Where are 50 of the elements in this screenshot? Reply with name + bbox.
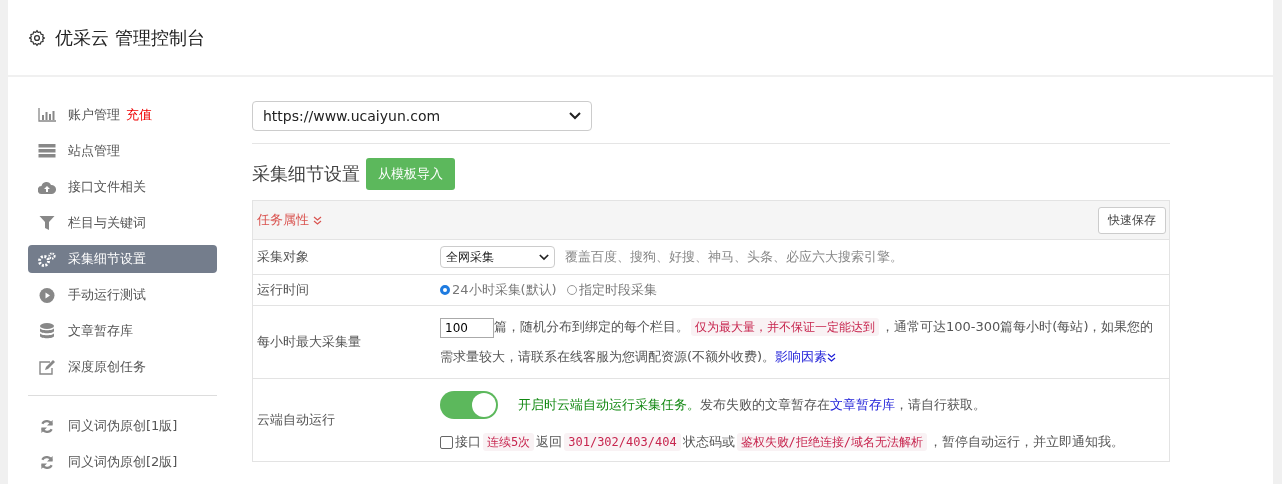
code-tag: 301/302/403/404 [564,433,681,451]
sidebar-item[interactable]: 文章暂存库 [28,317,217,345]
source-select[interactable]: 全网采集 [440,246,555,268]
code-tag: 鉴权失败/拒绝连接/域名无法解析 [736,433,928,451]
refresh-icon [38,454,56,470]
chevron-icon [827,353,837,362]
bar-chart-icon [38,108,56,122]
sidebar-item[interactable]: 栏目与关键词 [28,209,217,237]
console-title: 优采云 管理控制台 [55,25,205,50]
hourly-limit-description: 100 篇，随机分布到绑定的每个栏目。 仅为最大量，并不保证一定能达到 ，通常可达100-300篇每小时(每站)，如果您的需求量较大，请联系在线客服为您调配资源(不额外收费)。影响因素 [440,312,1165,372]
field-label: 采集对象 [257,248,310,266]
sidebar-item[interactable]: 接口文件相关 [28,173,217,201]
site-select[interactable]: https://www.ucaiyun.com [252,101,592,131]
database-icon [38,323,56,339]
settings-icon [28,28,46,47]
auto-run-description: 开启时云端自动运行采集任务。发布失败的文章暂存在文章暂存库，请自行获取。 [518,396,986,414]
field-label: 运行时间 [257,281,310,299]
sidebar-item[interactable]: 深度原创任务 [28,353,217,381]
play-icon [38,287,56,303]
section-title: 采集细节设置 [252,162,360,186]
number-input[interactable]: 100 [440,317,494,338]
refresh-icon [38,418,56,434]
caret-icon [539,253,549,261]
field-note: 覆盖百度、搜狗、好搜、神马、头条、必应六大搜索引擎。 [565,248,903,266]
sidebar-item[interactable]: 采集细节设置 [28,245,217,273]
code-tag: 仅为最大量，并不保证一定能达到 [691,318,879,336]
sidebar-item[interactable]: 同义词伪原创[2版] [28,448,217,476]
recharge-link[interactable]: 充值 [126,106,152,124]
sidebar-item[interactable]: 账户管理 充值 [28,101,217,129]
factors-link[interactable]: 影响因素 [775,349,837,364]
radio-option[interactable]: 指定时段采集 [566,281,657,299]
radio-option[interactable]: 24小时采集(默认) [440,281,557,299]
cloud-upload-icon [38,180,56,194]
caret-icon [569,112,581,120]
field-label: 每小时最大采集量 [257,333,362,351]
toggle-switch[interactable] [440,391,498,419]
sidebar-item[interactable]: 站点管理 [28,137,217,165]
filter-icon [38,216,56,230]
checkbox[interactable] [440,435,453,449]
field-label: 云端自动运行 [257,411,336,429]
sidebar-item[interactable]: 手动运行测试 [28,281,217,309]
code-tag: 连续5次 [483,433,535,451]
chevron-icon [313,215,322,225]
sidebar-item[interactable]: 同义词伪原创[1版] [28,412,217,440]
edit-icon [38,359,56,375]
draft-library-link[interactable]: 文章暂存库 [830,397,895,412]
task-properties-toggle[interactable]: 任务属性 [257,211,322,229]
notify-option-text: 接口 连续5次 返回 301/302/403/404 状态码或 鉴权失败/拒绝连接/域名无法解析 ，暂停自动运行，并立即通知我。 [455,433,1125,451]
quick-save-button[interactable]: 快速保存 [1098,206,1166,234]
server-icon [38,144,56,158]
